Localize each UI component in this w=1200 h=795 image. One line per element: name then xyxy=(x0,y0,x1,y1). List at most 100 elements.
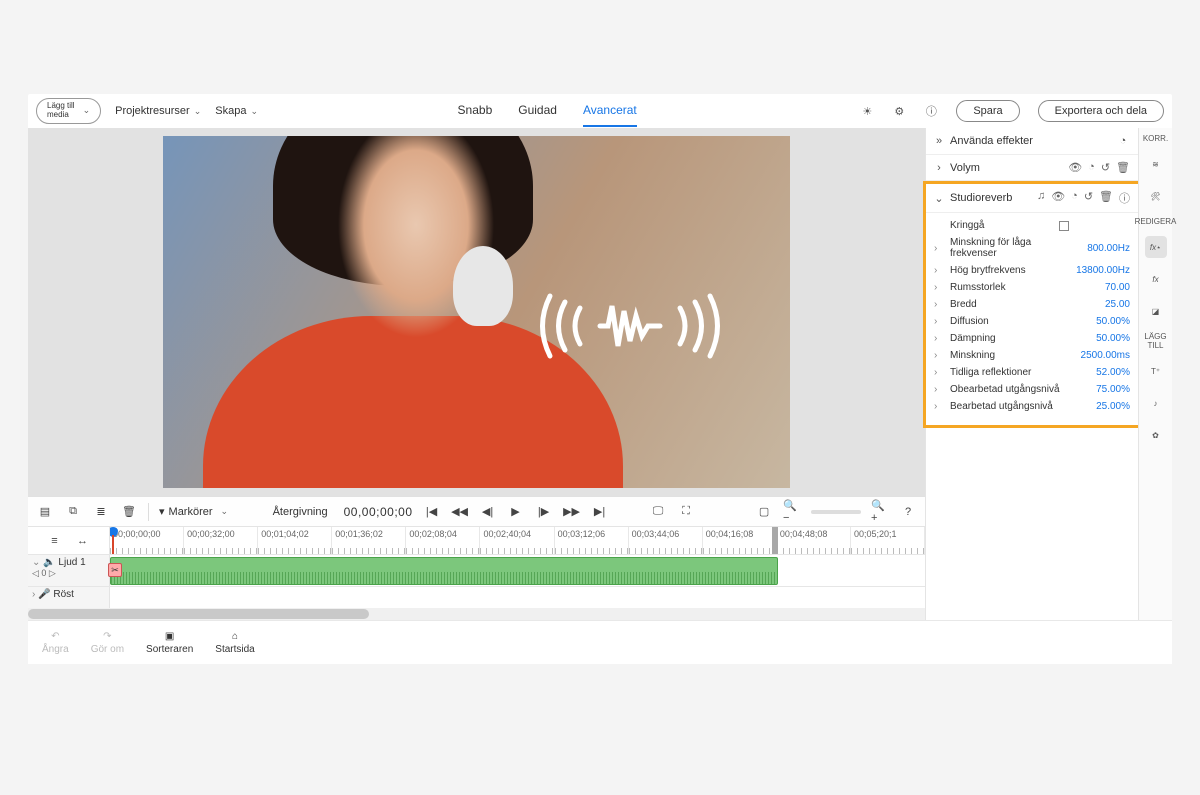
info-icon[interactable]: ⓘ xyxy=(924,104,938,118)
track-body[interactable] xyxy=(110,587,925,608)
timeline: ≡ ↔ 00;00;00;0000;00;32;0000;01;04;0200;… xyxy=(28,526,925,620)
timeline-scrollbar[interactable] xyxy=(28,608,925,620)
crop-icon[interactable]: ◪ xyxy=(1145,300,1167,322)
frame-forward-icon[interactable]: |▶ xyxy=(535,503,553,521)
tools-icon[interactable]: ▤ xyxy=(36,503,54,521)
step-back-icon[interactable]: ◀◀ xyxy=(451,503,469,521)
gear-icon[interactable]: ⚙ xyxy=(892,104,906,118)
trash-icon[interactable]: 🗑 xyxy=(1116,161,1130,174)
home-icon: ⌂ xyxy=(232,631,238,642)
effect-param[interactable]: ›Hög brytfrekvens13800.00Hz xyxy=(934,262,1130,279)
effect-param[interactable]: ›Diffusion50.00% xyxy=(934,313,1130,330)
goto-end-icon[interactable]: ▶| xyxy=(591,503,609,521)
effect-param[interactable]: Kringgå xyxy=(934,217,1130,234)
graphics-icon[interactable]: ✿ xyxy=(1145,424,1167,446)
effect-volume[interactable]: › Volym 👁 ◔ ↺ 🗑 xyxy=(926,155,1138,181)
effect-param[interactable]: ›Dämpning50.00% xyxy=(934,330,1130,347)
chevron-right-icon: › xyxy=(934,384,944,395)
effect-param[interactable]: ›Bredd25.00 xyxy=(934,296,1130,313)
ruler-tick: 00;00;00;00 xyxy=(110,527,184,554)
fullscreen-icon[interactable]: ⛶ xyxy=(677,503,695,521)
add-media-label-2: media xyxy=(47,111,75,120)
tab-quick[interactable]: Snabb xyxy=(458,95,493,127)
effect-param[interactable]: ›Rumsstorlek70.00 xyxy=(934,279,1130,296)
trash-icon[interactable]: 🗑 xyxy=(1099,190,1113,206)
keyframe-icon[interactable]: ◔ xyxy=(1071,190,1078,206)
music-icon[interactable]: ♪ xyxy=(1145,392,1167,414)
step-forward-icon[interactable]: ▶▶ xyxy=(563,503,581,521)
timecode[interactable]: 00,00;00;00 xyxy=(344,505,413,519)
effect-param[interactable]: ›Minskning för låga frekvenser800.00Hz xyxy=(934,234,1130,262)
play-icon[interactable]: ▶ xyxy=(507,503,525,521)
left-pane: ▤ ⧉ ≣ 🗑 ▾ Markörer ⌄ Återgivning 00,00;0… xyxy=(28,128,925,620)
main-area: ▤ ⧉ ≣ 🗑 ▾ Markörer ⌄ Återgivning 00,00;0… xyxy=(28,128,1172,620)
reset-icon[interactable]: ↺ xyxy=(1084,190,1093,206)
frame-back-icon[interactable]: ◀| xyxy=(479,503,497,521)
goto-start-icon[interactable]: |◀ xyxy=(423,503,441,521)
trash-icon[interactable]: 🗑 xyxy=(120,503,138,521)
export-share-button[interactable]: Exportera och dela xyxy=(1038,100,1164,122)
fx-applied-icon[interactable]: fx⋆ xyxy=(1145,236,1167,258)
monitor-icon[interactable]: 🖵 xyxy=(649,503,667,521)
safe-margins-icon[interactable]: ▢ xyxy=(755,503,773,521)
zoom-slider[interactable] xyxy=(811,510,861,514)
effect-param[interactable]: ›Tidliga reflektioner52.00% xyxy=(934,364,1130,381)
keyframe-icon[interactable]: ◔ xyxy=(1088,161,1095,174)
effect-param[interactable]: ›Bearbetad utgångsnivå25.00% xyxy=(934,398,1130,415)
zoom-out-icon[interactable]: 🔍− xyxy=(783,503,801,521)
chevron-right-icon: › xyxy=(934,282,944,293)
eye-icon[interactable]: 👁 xyxy=(1051,190,1065,206)
fx-icon[interactable]: fx xyxy=(1145,268,1167,290)
chevron-right-icon: › xyxy=(934,401,944,412)
info-icon[interactable]: ⓘ xyxy=(1119,190,1130,206)
create-menu[interactable]: Skapa⌄ xyxy=(215,105,258,117)
chevron-down-icon: ⌄ xyxy=(83,106,91,116)
note-icon[interactable]: ♫ xyxy=(1037,190,1045,206)
ruler-tick: 00;01;04;02 xyxy=(258,527,332,554)
titles-icon[interactable]: T⁺ xyxy=(1145,360,1167,382)
ruler-tick: 00;03;12;06 xyxy=(555,527,629,554)
redo-button[interactable]: ↷Gör om xyxy=(91,631,124,655)
checkbox[interactable] xyxy=(1059,221,1069,231)
add-media-button[interactable]: Lägg till media ⌄ xyxy=(36,98,101,124)
voice-track: › 🎤 Röst xyxy=(28,586,925,608)
chevron-down-icon: ⌄ xyxy=(934,192,944,205)
zoom-in-icon[interactable]: 🔍+ xyxy=(871,503,889,521)
panel-title: Använda effekter xyxy=(950,135,1110,147)
expand-icon[interactable]: » xyxy=(934,135,944,147)
chevron-right-icon: › xyxy=(934,350,944,361)
track-pan[interactable]: ◁ 0 ▷ xyxy=(32,568,105,579)
tab-guided[interactable]: Guidad xyxy=(518,95,557,127)
audio-clip[interactable] xyxy=(110,557,778,585)
timeline-tool-b-icon[interactable]: ↔ xyxy=(74,532,92,550)
track-body[interactable]: ✂ xyxy=(110,555,925,586)
transport-bar: ▤ ⧉ ≣ 🗑 ▾ Markörer ⌄ Återgivning 00,00;0… xyxy=(28,496,925,526)
preview-frame xyxy=(163,136,790,488)
razor-icon[interactable]: ✂ xyxy=(108,563,122,577)
chevron-down-icon: ⌄ xyxy=(194,106,202,116)
list-icon[interactable]: ≣ xyxy=(92,503,110,521)
project-resources-menu[interactable]: Projektresurser⌄ xyxy=(115,105,201,117)
tools-icon[interactable]: 🛠 xyxy=(1145,185,1167,207)
tab-advanced[interactable]: Avancerat xyxy=(583,95,637,127)
save-button[interactable]: Spara xyxy=(956,100,1019,122)
organizer-button[interactable]: ▣Sorteraren xyxy=(146,631,193,655)
corrections-icon[interactable]: ≋ xyxy=(1145,153,1167,175)
stopwatch-icon[interactable]: ◔ xyxy=(1116,134,1130,148)
effect-param[interactable]: ›Minskning2500.00ms xyxy=(934,347,1130,364)
eye-icon[interactable]: 👁 xyxy=(1068,161,1082,174)
time-ruler[interactable]: 00;00;00;0000;00;32;0000;01;04;0200;01;3… xyxy=(110,527,925,554)
app-window: Lägg till media ⌄ Projektresurser⌄ Skapa… xyxy=(28,94,1172,664)
help-icon[interactable]: ? xyxy=(899,503,917,521)
chevron-down-icon: ⌄ xyxy=(250,106,258,116)
effect-param[interactable]: ›Obearbetad utgångsnivå75.00% xyxy=(934,381,1130,398)
brightness-icon[interactable]: ☀ xyxy=(860,104,874,118)
snap-icon[interactable]: ⧉ xyxy=(64,503,82,521)
effect-studioreverb[interactable]: ⌄ Studioreverb ♫ 👁 ◔ ↺ 🗑 ⓘ xyxy=(926,184,1138,213)
undo-button[interactable]: ↶Ångra xyxy=(42,631,69,655)
reset-icon[interactable]: ↺ xyxy=(1101,161,1110,174)
timeline-tool-a-icon[interactable]: ≡ xyxy=(46,532,64,550)
home-button[interactable]: ⌂Startsida xyxy=(215,631,254,655)
rail-label-corrections: KORR. xyxy=(1143,134,1168,143)
markers-dropdown[interactable]: ▾ Markörer ⌄ xyxy=(159,505,228,518)
